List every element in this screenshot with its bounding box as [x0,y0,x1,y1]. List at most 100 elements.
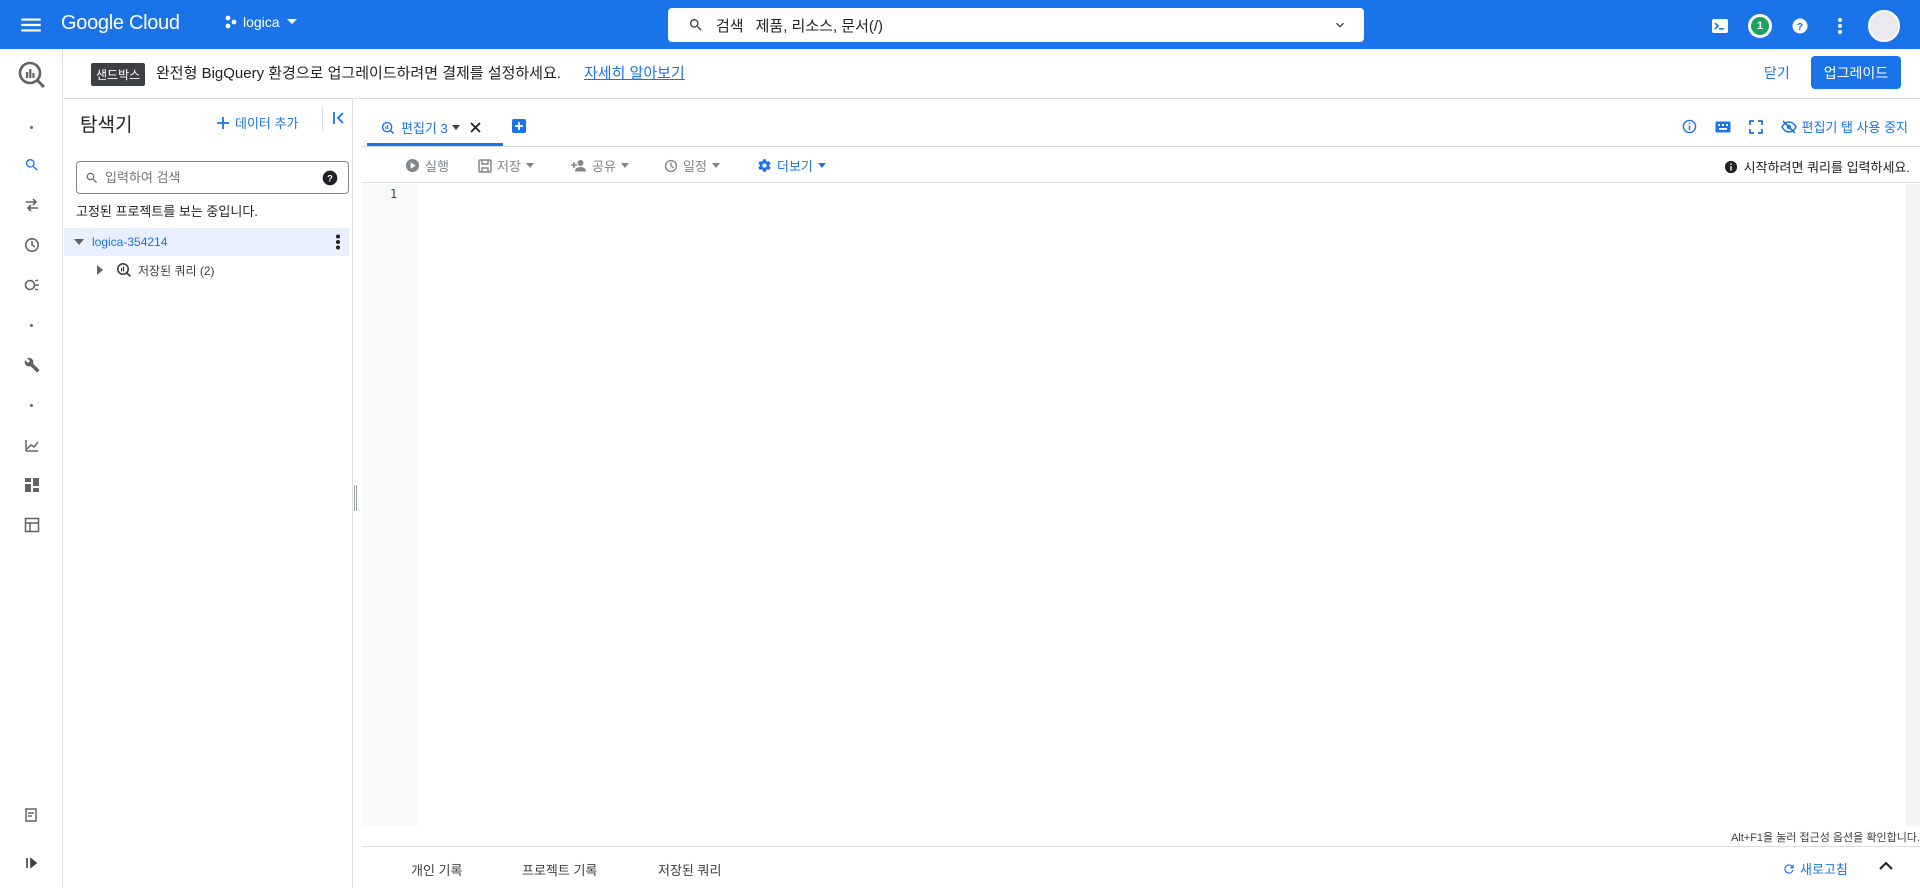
schedule-button[interactable]: 일정 [664,156,720,175]
panel-resize-handle[interactable] [354,485,357,511]
query-icon [381,121,395,135]
dismiss-button[interactable]: 닫기 [1764,63,1790,83]
schedule-label: 일정 [683,159,707,174]
fullscreen-icon[interactable] [1749,119,1764,134]
sandbox-badge: 샌드박스 [91,63,146,86]
run-button[interactable]: 실행 [405,156,449,175]
line-number-gutter: 1 [362,184,417,826]
refresh-label: 새로고침 [1800,862,1848,877]
clock-icon [664,159,678,173]
caret-down-icon [711,163,720,168]
upgrade-button[interactable]: 업그레이드 [1811,56,1901,89]
share-button[interactable]: 공유 [571,156,629,175]
help-icon[interactable]: ? [322,170,338,186]
caret-down-icon[interactable] [74,238,84,246]
rail-dot-1[interactable] [0,109,63,145]
account-avatar[interactable] [1868,10,1900,42]
disable-editor-tabs-label: 편집기 탭 사용 중지 [1801,120,1908,135]
main-workspace: 편집기 3 편집기 탭 사용 중지 실행 저장 공유 일정 더보기 시작하려면 … [362,99,1920,888]
refresh-button[interactable]: 새로고침 [1782,859,1848,878]
top-app-bar: Google Cloud logica 검색 제품, 리소스, 문서(/) 1 … [0,0,1920,49]
more-button[interactable]: 더보기 [757,156,826,175]
code-input-area[interactable] [417,184,1906,826]
rail-release-notes-icon[interactable] [0,797,63,833]
chevron-down-icon [286,18,298,26]
chevron-down-icon[interactable] [1332,17,1348,33]
tab-project-history[interactable]: 프로젝트 기록 [522,860,597,879]
disable-editor-tabs-button[interactable]: 편집기 탭 사용 중지 [1781,117,1908,136]
editor-scrollbar[interactable] [1906,184,1920,826]
chevron-up-icon[interactable] [1879,861,1893,870]
rail-transfer-icon[interactable] [0,187,63,223]
more-vert-icon[interactable] [1820,11,1860,41]
svg-text:?: ? [327,173,333,183]
main-menu-icon[interactable] [18,12,44,38]
collapse-panel-icon[interactable] [332,111,346,125]
sql-editor: 1 [362,184,1920,826]
play-icon [405,158,420,173]
search-label: 검색 [716,17,744,35]
bottom-history-panel: 개인 기록 프로젝트 기록 저장된 쿼리 새로고침 [362,846,1920,888]
refresh-icon [1782,862,1796,876]
rail-history-icon[interactable] [0,227,63,263]
rail-table-icon[interactable] [0,507,63,543]
info-icon[interactable] [1682,119,1697,134]
share-label: 공유 [592,159,616,174]
explorer-search-input[interactable] [105,170,305,185]
tab-personal-history[interactable]: 개인 기록 [411,860,462,879]
google-cloud-logo[interactable]: Google Cloud [61,12,180,35]
tab-saved-queries[interactable]: 저장된 쿼리 [658,860,721,879]
explorer-panel: 탐색기 데이터 추가 ? 고정된 프로젝트를 보는 중입니다. logica-3… [64,99,353,888]
learn-more-link[interactable]: 자세히 알아보기 [584,62,685,83]
sandbox-banner: 샌드박스 완전형 BigQuery 환경으로 업그레이드하려면 결제를 설정하세… [64,49,1920,99]
query-icon [116,262,132,278]
more-label: 더보기 [777,159,813,174]
project-id: logica-354214 [92,235,168,249]
tab-editor-3[interactable]: 편집기 3 [367,112,503,146]
search-icon [85,171,99,185]
info-icon [1724,160,1738,174]
help-icon[interactable]: ? [1780,11,1820,41]
tab-label: 편집기 3 [401,121,448,136]
plus-icon [217,116,229,129]
rail-analytics-hub-icon[interactable] [0,267,63,303]
rail-dot-2[interactable] [0,307,63,343]
line-number: 1 [390,187,398,201]
save-label: 저장 [497,159,521,174]
search-icon [688,17,704,33]
add-tab-icon[interactable] [512,119,526,133]
header-divider [322,107,323,131]
close-icon[interactable] [470,122,481,133]
visibility-off-icon [1781,119,1798,134]
keyboard-icon[interactable] [1715,121,1731,133]
more-vert-icon[interactable] [335,234,341,250]
search-placeholder: 제품, 리소스, 문서(/) [755,17,884,35]
editor-tab-bar: 편집기 3 편집기 탭 사용 중지 [362,99,1920,147]
global-search-bar[interactable]: 검색 제품, 리소스, 문서(/) [668,8,1364,42]
add-data-button[interactable]: 데이터 추가 [217,113,298,132]
save-button[interactable]: 저장 [478,156,534,175]
caret-right-icon[interactable] [96,265,104,275]
caret-down-icon[interactable] [451,124,460,131]
notifications-button[interactable]: 1 [1740,11,1780,41]
rail-dot-3[interactable] [0,387,63,423]
rail-chart-icon[interactable] [0,427,63,463]
accessibility-hint: Alt+F1을 눌러 접근성 옵션을 확인합니다. [1730,832,1920,844]
save-icon [478,158,492,173]
explorer-title: 탐색기 [80,115,133,136]
rail-wrench-icon[interactable] [0,347,63,383]
bigquery-logo-icon[interactable] [17,60,47,90]
tree-project-row[interactable]: logica-354214 [64,228,349,256]
project-icon [225,15,237,29]
rail-dashboard-icon[interactable] [0,467,63,503]
rail-search-icon[interactable] [0,147,63,183]
project-name: logica [243,14,280,30]
product-nav-rail [0,49,63,888]
project-picker[interactable]: logica [225,14,298,30]
editor-hint-text: 시작하려면 쿼리를 입력하세요. [1743,160,1910,175]
expand-nav-icon[interactable] [0,845,63,881]
explorer-search-field[interactable]: ? [76,161,349,194]
person-add-icon [571,159,587,172]
tree-saved-queries-row[interactable]: 저장된 쿼리 (2) [64,256,349,284]
cloud-shell-icon[interactable] [1700,11,1740,41]
